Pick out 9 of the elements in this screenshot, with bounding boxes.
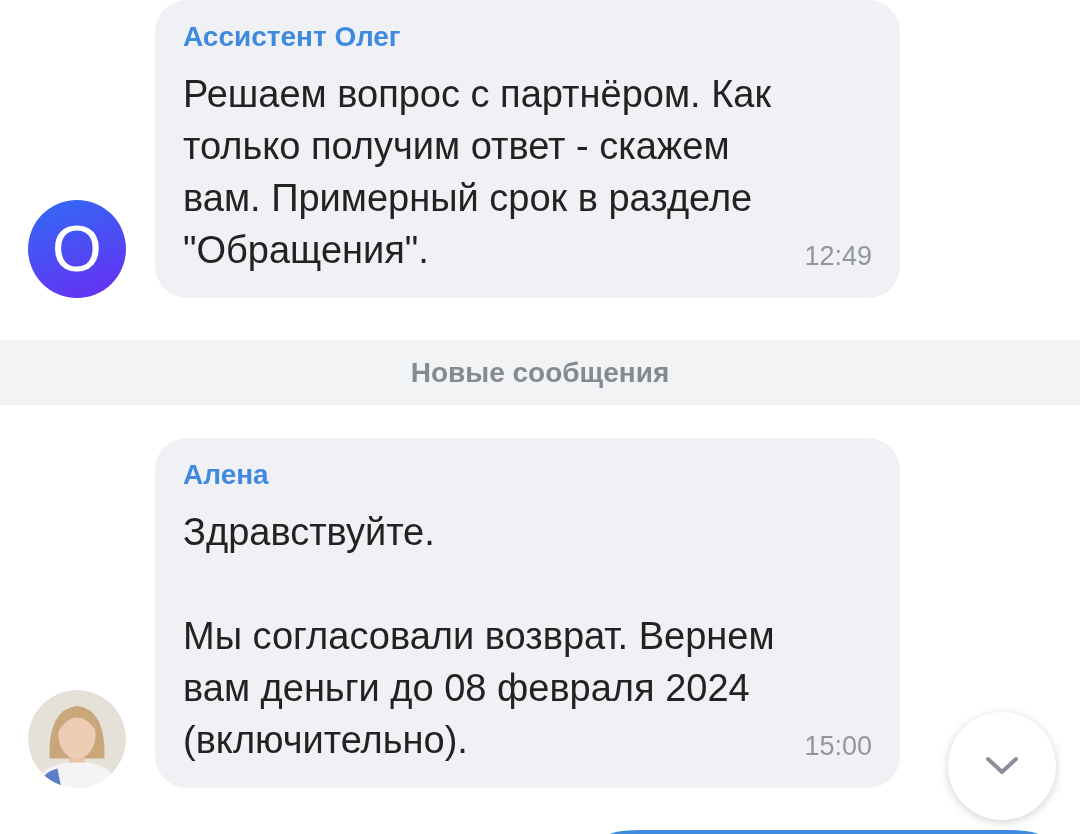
message-text: Здравствуйте. Мы согласовали возврат. Вернем вам деньги до 08 февраля 2024 (включительно). bbox=[183, 510, 775, 763]
message-time: 15:00 bbox=[804, 730, 872, 763]
message-time: 12:49 bbox=[804, 240, 872, 273]
scroll-down-button[interactable] bbox=[948, 712, 1056, 820]
message-text: Решаем вопрос с партнёром. Как только получим ответ - скажем вам. Примерный срок в разделе "Обращения". bbox=[183, 72, 772, 273]
author-name[interactable]: Алена bbox=[183, 456, 872, 494]
avatar: О bbox=[28, 200, 126, 298]
chevron-down-icon bbox=[985, 756, 1019, 776]
author-name[interactable]: Ассистент Олег bbox=[183, 18, 872, 56]
